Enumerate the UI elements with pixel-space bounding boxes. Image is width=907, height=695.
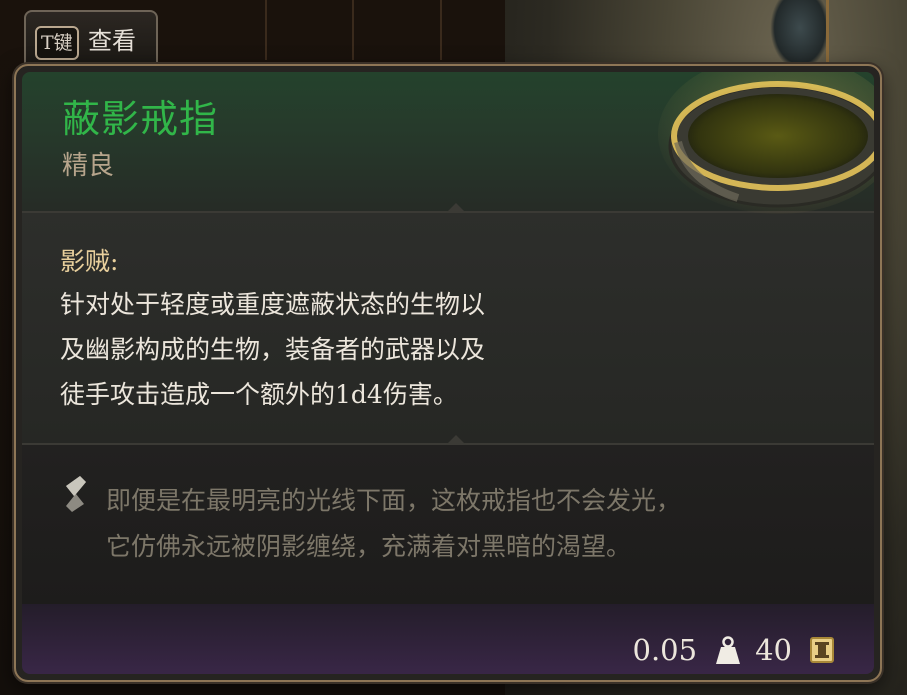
divider-notch-icon <box>446 435 466 445</box>
view-label: 查看 <box>88 27 136 55</box>
hotkey-badge: T键 <box>35 26 79 60</box>
background-spear <box>826 0 829 70</box>
divider-notch-icon <box>446 203 466 213</box>
item-rarity: 精良 <box>62 151 115 181</box>
ring-icon <box>658 72 874 214</box>
panel-divider <box>440 0 442 60</box>
lore-quill-icon <box>66 476 86 512</box>
item-stats: 0.05 40 <box>633 630 834 670</box>
panel-divider <box>352 0 354 60</box>
lore-text: 即便是在最明亮的光线下面，这枚戒指也不会发光， 它仿佛永远被阴影缠绕，充满着对黑… <box>106 478 856 570</box>
effect-title: 影贼: <box>60 247 119 276</box>
weight-icon <box>716 636 741 664</box>
effect-description-line: 针对处于轻度或重度遮蔽状态的生物以 <box>60 290 486 319</box>
gold-coin-icon <box>810 637 834 663</box>
view-button[interactable]: T键 查看 <box>24 10 158 66</box>
item-tooltip: 蔽影戒指 精良 影贼: 针对处于轻度或重度遮蔽状态的生物以 及幽影构成的生物，装… <box>14 64 882 682</box>
effect-description-line: 及幽影构成的生物，装备者的武器以及 <box>60 335 486 364</box>
weight-value: 0.05 <box>632 633 698 667</box>
gold-value: 40 <box>755 633 792 667</box>
background-character <box>770 0 830 70</box>
lore-line: 即便是在最明亮的光线下面，这枚戒指也不会发光， <box>106 486 682 515</box>
lore-line: 它仿佛永远被阴影缠绕，充满着对黑暗的渴望。 <box>106 532 632 561</box>
effect-description: 针对处于轻度或重度遮蔽状态的生物以 及幽影构成的生物，装备者的武器以及 徒手攻击… <box>60 282 660 417</box>
panel-divider <box>265 0 267 60</box>
item-name: 蔽影戒指 <box>62 97 219 141</box>
effect-description-line: 徒手攻击造成一个额外的1d4伤害。 <box>60 380 458 409</box>
